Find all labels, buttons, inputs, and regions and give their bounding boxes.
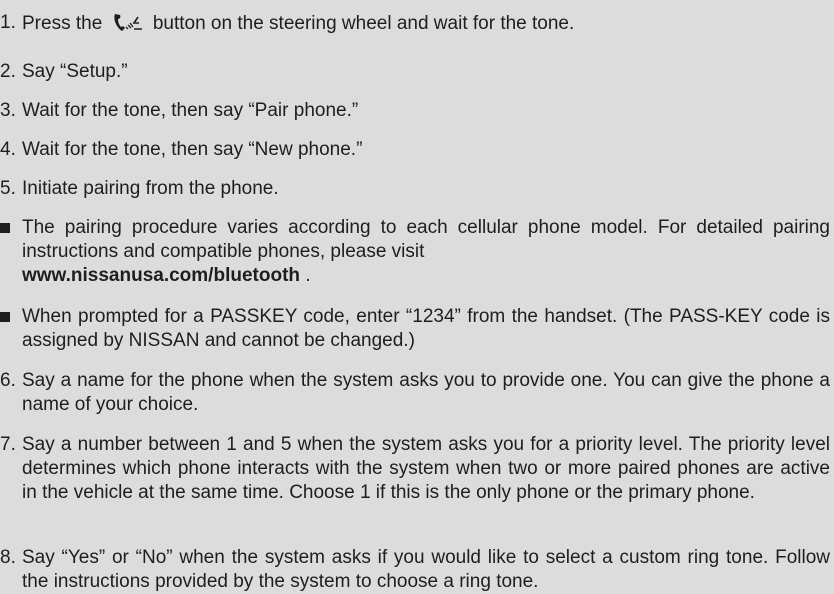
step-number: 3. — [0, 100, 16, 121]
note-pairing: The pairing procedure varies according t… — [0, 216, 830, 288]
step-6: 6. Say a name for the phone when the sys… — [0, 369, 830, 417]
step-8-text: Say “Yes” or “No” when the system asks i… — [22, 547, 830, 592]
step-7-text: Say a number between 1 and 5 when the sy… — [22, 434, 830, 503]
bullet-square-icon — [0, 312, 10, 322]
phone-voice-icon — [112, 11, 146, 40]
step-6-text: Say a name for the phone when the system… — [22, 370, 830, 415]
step-number: 5. — [0, 178, 16, 199]
step-5: 5. Initiate pairing from the phone. — [0, 177, 830, 201]
step-1-text-before: Press the — [22, 13, 103, 34]
step-4-text: Wait for the tone, then say “New phone.” — [22, 139, 363, 160]
step-5-text: Initiate pairing from the phone. — [22, 178, 279, 199]
step-2-text: Say “Setup.” — [22, 61, 128, 82]
step-number: 8. — [0, 547, 16, 568]
step-4: 4. Wait for the tone, then say “New phon… — [0, 138, 830, 162]
step-1-text-after: button on the steering wheel and wait fo… — [152, 13, 575, 34]
note-pairing-end: . — [300, 265, 311, 286]
step-number: 7. — [0, 434, 16, 455]
note-passkey-text: When prompted for a PASSKEY code, enter … — [22, 306, 830, 351]
step-number: 6. — [0, 370, 16, 391]
step-2: 2. Say “Setup.” — [0, 60, 830, 84]
step-7: 7. Say a number between 1 and 5 when the… — [0, 433, 830, 505]
note-passkey: When prompted for a PASSKEY code, enter … — [0, 305, 830, 353]
note-pairing-text: The pairing procedure varies according t… — [22, 217, 830, 262]
bluetooth-url-link[interactable]: www.nissanusa.com/bluetooth — [22, 265, 300, 286]
step-number: 2. — [0, 61, 16, 82]
step-number: 4. — [0, 139, 16, 160]
step-1: 1. Press the button on the steering whee… — [0, 11, 830, 40]
step-3: 3. Wait for the tone, then say “Pair pho… — [0, 99, 830, 123]
step-8: 8. Say “Yes” or “No” when the system ask… — [0, 546, 830, 594]
bullet-square-icon — [0, 223, 10, 233]
instructions-page: 1. Press the button on the steering whee… — [0, 0, 834, 592]
step-3-text: Wait for the tone, then say “Pair phone.… — [22, 100, 359, 121]
step-number: 1. — [0, 12, 16, 33]
